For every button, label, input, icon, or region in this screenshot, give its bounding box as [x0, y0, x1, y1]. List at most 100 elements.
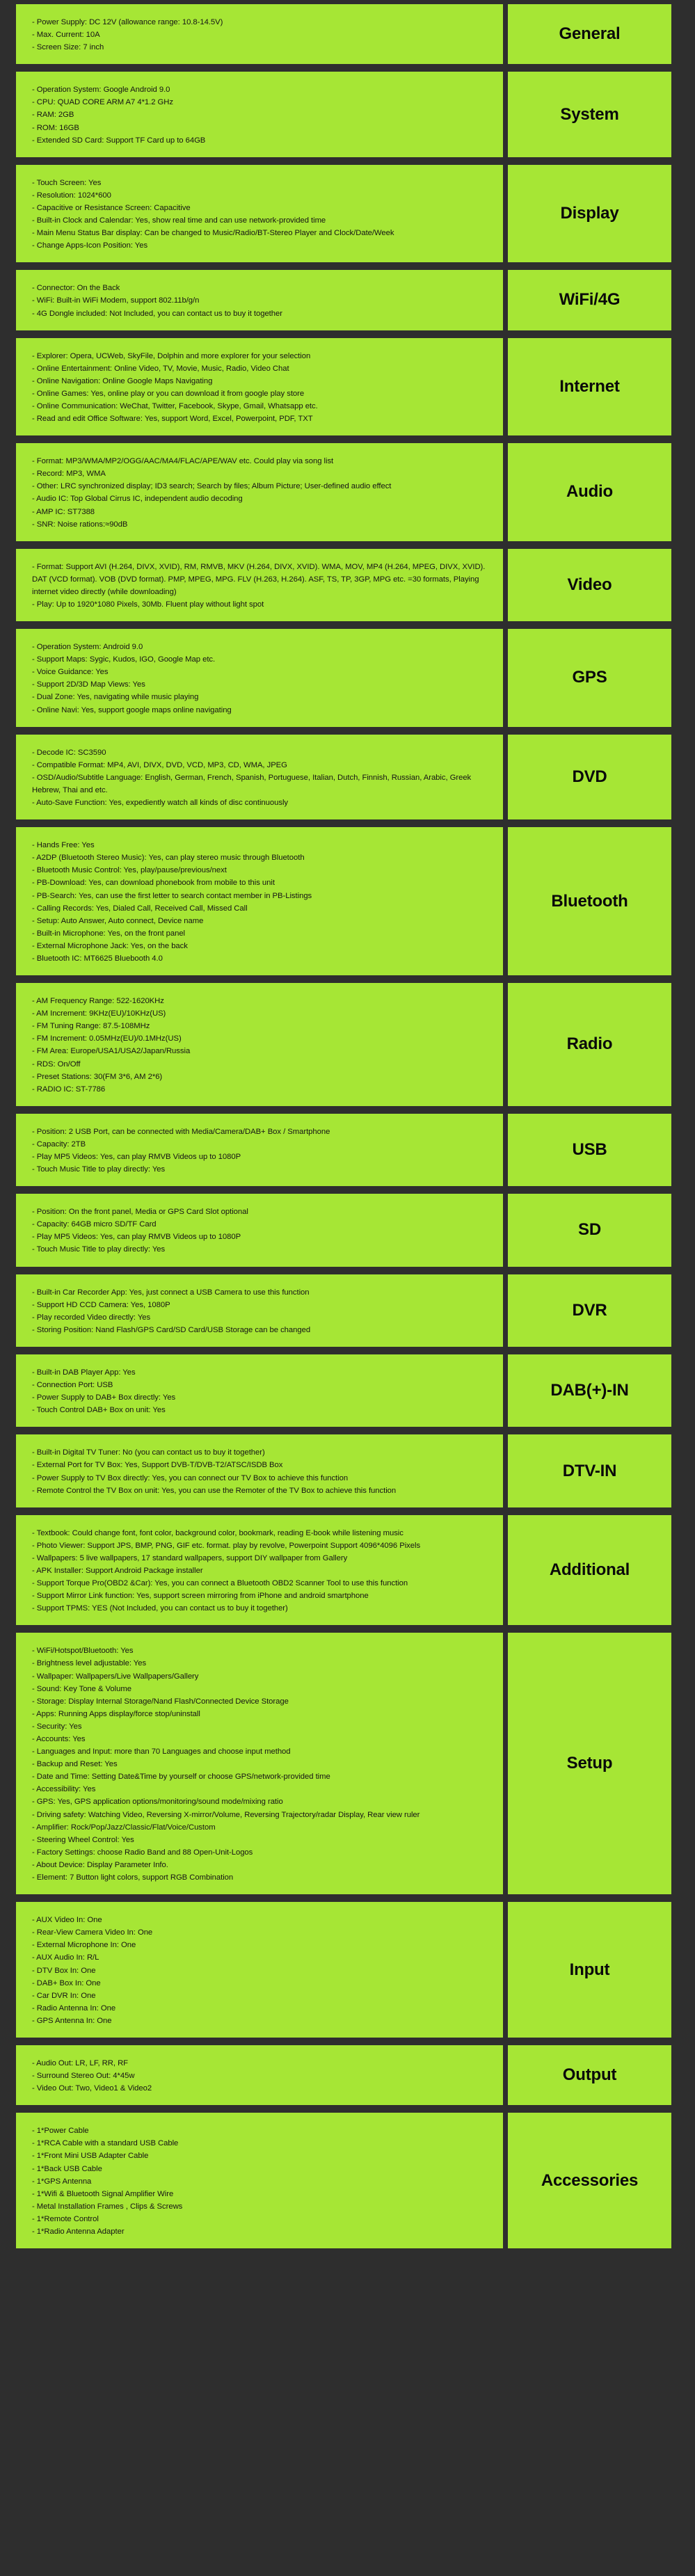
spec-line: - Metal Installation Frames , Clips & Sc… [32, 2202, 183, 2211]
spec-line: - Main Menu Status Bar display: Can be c… [32, 229, 394, 238]
spec-line: - Storing Position: Nand Flash/GPS Card/… [32, 1325, 311, 1334]
spec-line: - CPU: QUAD CORE ARM A7 4*1.2 GHz [32, 98, 174, 107]
spec-row: - Hands Free: Yes - A2DP (Bluetooth Stere… [0, 827, 695, 976]
spec-line: - RADIO IC: ST-7786 [32, 1085, 106, 1094]
spec-line: - Support TPMS: YES (Not Included, you c… [32, 1604, 288, 1613]
spec-line: - Resolution: 1024*600 [32, 191, 111, 200]
spec-line: - Touch Music Title to play directly: Ye… [32, 1165, 166, 1174]
spec-line: - Accounts: Yes [32, 1735, 86, 1743]
spec-line: - APK Installer: Support Android Package… [32, 1566, 203, 1575]
spec-line: - Capacitive or Resistance Screen: Capac… [32, 203, 191, 212]
spec-category-panel: Audio [508, 443, 671, 541]
spec-row: - Format: Support AVI (H.264, DIVX, XVID… [0, 548, 695, 622]
spec-category-panel: Setup [508, 1633, 671, 1895]
spec-row: - Touch Screen: Yes - Resolution: 1024*60… [0, 164, 695, 263]
spec-category-panel: USB [508, 1113, 671, 1187]
spec-line: - WiFi/Hotspot/Bluetooth: Yes [32, 1647, 134, 1656]
spec-line: - Brightness level adjustable: Yes [32, 1659, 147, 1668]
spec-category-label: DTV-IN [562, 1461, 617, 1480]
spec-line: - Power Supply: DC 12V (allowance range:… [32, 18, 223, 26]
spec-row: - Operation System: Google Android 9.0 - … [0, 72, 695, 157]
spec-line: - Read and edit Office Software: Yes, su… [32, 415, 313, 424]
spec-line: - 1*Remote Control [32, 2214, 99, 2223]
spec-line: - Dual Zone: Yes, navigating while music… [32, 693, 199, 702]
spec-line: - ROM: 16GB [32, 123, 79, 132]
spec-category-label: Video [567, 575, 612, 594]
spec-line: - Change Apps-Icon Position: Yes [32, 241, 148, 250]
spec-line: - 1*RCA Cable with a standard USB Cable [32, 2139, 179, 2148]
spec-line: - Operation System: Google Android 9.0 [32, 86, 170, 95]
spec-line: - Setup: Auto Answer, Auto connect, Devi… [32, 916, 204, 925]
spec-description-panel: - Built-in Car Recorder App: Yes, just c… [16, 1274, 503, 1347]
spec-category-label: Internet [559, 376, 620, 396]
spec-category-panel: Radio [508, 983, 671, 1106]
spec-category-panel: Video [508, 548, 671, 622]
spec-line: - AM Frequency Range: 522-1620KHz [32, 997, 164, 1006]
spec-line: - Amplifier: Rock/Pop/Jazz/Classic/Flat/… [32, 1823, 216, 1832]
spec-category-panel: Bluetooth [508, 827, 671, 976]
spec-description-panel: - Built-in DAB Player App: Yes - Connecti… [16, 1354, 503, 1427]
spec-line: - Element: 7 Button light colors, suppor… [32, 1873, 234, 1882]
spec-description-panel: - 1*Power Cable - 1*RCA Cable with a stan… [16, 2113, 503, 2249]
spec-category-panel: DTV-IN [508, 1434, 671, 1507]
spec-line: - Online Entertainment: Online Video, TV… [32, 364, 289, 373]
spec-category-label: SD [578, 1220, 601, 1240]
spec-description-panel: - AM Frequency Range: 522-1620KHz - AM In… [16, 983, 503, 1106]
spec-line: - Radio Antenna In: One [32, 2003, 116, 2013]
spec-line: - FM Increment: 0.05MHz(EU)/0.1MHz(US) [32, 1034, 182, 1043]
spec-row: - Format: MP3/WMA/MP2/OGG/AAC/MA4/FLAC/A… [0, 443, 695, 541]
spec-line: - Date and Time: Setting Date&Time by yo… [32, 1773, 330, 1782]
spec-line: - Capacity: 2TB [32, 1139, 86, 1149]
spec-category-panel: DVD [508, 734, 671, 820]
spec-description-panel: - Power Supply: DC 12V (allowance range:… [16, 4, 503, 65]
spec-category-label: Additional [549, 1560, 630, 1580]
spec-description-panel: - Operation System: Android 9.0 - Support… [16, 629, 503, 727]
spec-line: - Audio Out: LR, LF, RR, RF [32, 2058, 129, 2067]
spec-line: - Surround Stereo Out: 4*45w [32, 2072, 135, 2081]
spec-line: - AUX Audio In: R/L [32, 1953, 99, 1962]
spec-line: - Support Torque Pro(OBD2 &Car): Yes, yo… [32, 1579, 408, 1588]
spec-line: - Backup and Reset: Yes [32, 1760, 118, 1769]
spec-line: - 1*Wifi & Bluetooth Signal Amplifier Wi… [32, 2189, 174, 2198]
spec-line: - Operation System: Android 9.0 [32, 643, 143, 652]
spec-line: - Support HD CCD Camera: Yes, 1080P [32, 1300, 170, 1309]
spec-line: - Support Maps: Sygic, Kudos, IGO, Googl… [32, 655, 216, 664]
spec-line: - Format: Support AVI (H.264, DIVX, XVID… [32, 562, 486, 596]
spec-description-panel: - Explorer: Opera, UCWeb, SkyFile, Dolph… [16, 337, 503, 436]
specification-sheet: - Power Supply: DC 12V (allowance range:… [0, 0, 695, 2262]
spec-line: - Textbook: Could change font, font colo… [32, 1528, 404, 1537]
spec-line: - Touch Control DAB+ Box on unit: Yes [32, 1406, 166, 1415]
spec-line: - 1*Radio Antenna Adapter [32, 2227, 125, 2236]
spec-description-panel: - Format: Support AVI (H.264, DIVX, XVID… [16, 548, 503, 622]
spec-line: - DTV Box In: One [32, 1966, 96, 1975]
spec-row: - Audio Out: LR, LF, RR, RF - Surround St… [0, 2045, 695, 2106]
spec-line: - DAB+ Box In: One [32, 1978, 101, 1987]
spec-line: - Extended SD Card: Support TF Card up t… [32, 136, 206, 145]
spec-line: - Steering Wheel Control: Yes [32, 1835, 134, 1844]
spec-row: - Textbook: Could change font, font colo… [0, 1514, 695, 1626]
spec-category-label: Output [562, 2065, 617, 2085]
spec-category-panel: Input [508, 1902, 671, 2038]
spec-line: - GPS Antenna In: One [32, 2016, 112, 2025]
spec-line: - Factory Settings: choose Radio Band an… [32, 1848, 253, 1857]
spec-category-label: Bluetooth [551, 891, 628, 911]
spec-line: - External Port for TV Box: Yes, Support… [32, 1461, 283, 1470]
spec-line: - Audio IC: Top Global Cirrus IC, indepe… [32, 495, 243, 504]
spec-category-panel: System [508, 72, 671, 157]
spec-line: - Wallpapers: 5 live wallpapers, 17 stan… [32, 1553, 348, 1562]
spec-line: - Built-in Clock and Calendar: Yes, show… [32, 216, 326, 225]
spec-category-label: DVD [572, 767, 607, 786]
spec-line: - FM Area: Europe/USA1/USA2/Japan/Russia [32, 1047, 191, 1056]
spec-line: - Driving safety: Watching Video, Revers… [32, 1810, 420, 1819]
spec-category-label: Accessories [541, 2170, 639, 2190]
spec-line: - Sound: Key Tone & Volume [32, 1684, 131, 1693]
spec-line: - Online Games: Yes, online play or you … [32, 389, 305, 398]
spec-line: - Preset Stations: 30(FM 3*6, AM 2*6) [32, 1072, 163, 1081]
spec-line: - Capacity: 64GB micro SD/TF Card [32, 1220, 157, 1229]
spec-description-panel: - Hands Free: Yes - A2DP (Bluetooth Stere… [16, 827, 503, 976]
spec-line: - FM Tuning Range: 87.5-108MHz [32, 1022, 150, 1031]
spec-line: - Touch Screen: Yes [32, 178, 102, 187]
spec-category-panel: SD [508, 1194, 671, 1267]
spec-row: - 1*Power Cable - 1*RCA Cable with a stan… [0, 2113, 695, 2249]
spec-line: - Video Out: Two, Video1 & Video2 [32, 2084, 152, 2093]
